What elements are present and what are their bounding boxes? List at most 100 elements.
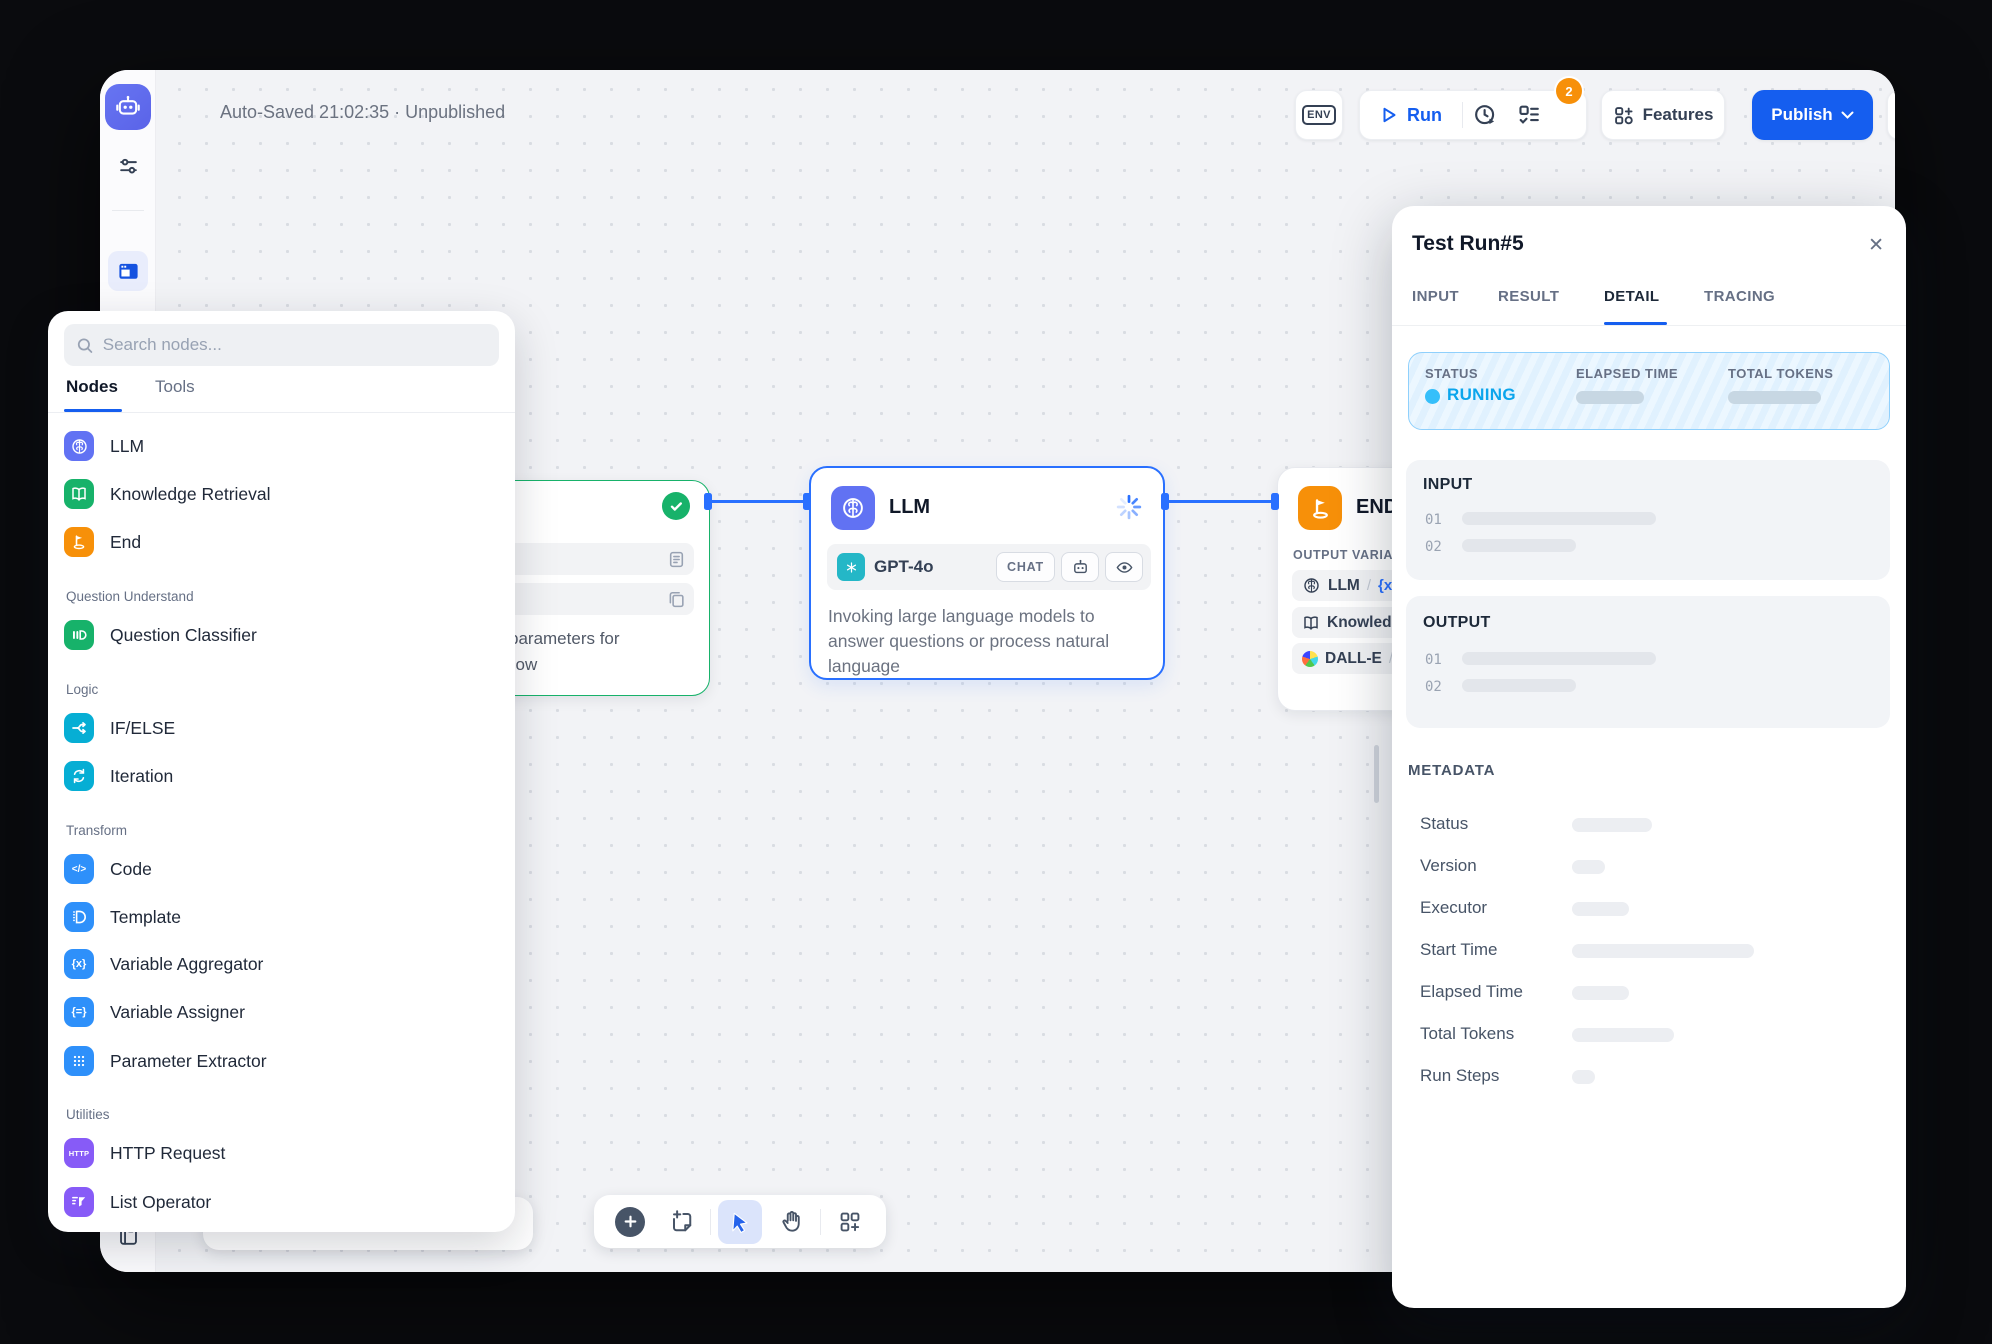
vision-badge[interactable] [1105,552,1143,582]
metadata-label: Status [1420,814,1468,834]
tab-result[interactable]: RESULT [1498,288,1559,305]
tab-tracing[interactable]: TRACING [1704,288,1775,305]
panel-resize-handle[interactable] [1374,745,1379,803]
elapsed-time-label: ELAPSED TIME [1576,366,1678,381]
window-icon [117,260,140,283]
env-icon: ENV [1302,105,1336,125]
app-icon[interactable] [105,84,151,130]
filter-icon [64,1187,94,1217]
node-item-label: List Operator [110,1192,211,1213]
organize-blocks-button[interactable] [828,1200,872,1244]
node-item-end[interactable]: End [64,518,499,566]
status-label: STATUS [1425,366,1478,381]
version-history-button[interactable] [1887,90,1895,140]
edge-handle[interactable] [1161,493,1169,510]
success-check-icon [662,492,690,520]
tab-detail[interactable]: DETAIL [1604,288,1659,305]
edge-handle[interactable] [704,493,712,510]
node-item-list-operator[interactable]: List Operator [64,1178,499,1226]
divider [48,412,515,413]
elapsed-placeholder-bar [1576,391,1644,404]
tab-tools[interactable]: Tools [155,377,195,397]
chat-mode-badge: CHAT [996,552,1055,582]
divider [112,210,144,211]
add-node-button[interactable] [608,1200,652,1244]
dalle-icon [1302,651,1318,667]
row-index: 01 [1425,512,1442,528]
features-button[interactable]: Features [1601,90,1725,140]
total-tokens-label: TOTAL TOKENS [1728,366,1833,381]
row-index: 02 [1425,679,1442,695]
publish-button[interactable]: Publish [1752,90,1873,140]
checklist-icon [1517,103,1541,127]
input-card: INPUT 01 02 [1406,460,1890,580]
checklist-button[interactable] [1507,103,1551,127]
separator: / [1367,577,1371,594]
loop-icon [64,761,94,791]
book-mini-icon [1302,614,1320,632]
node-picker-toggle[interactable] [108,251,148,291]
pointer-tool-button[interactable] [718,1200,762,1244]
edge-handle[interactable] [1271,493,1279,510]
edge-handle[interactable] [803,493,811,510]
node-item-question-classifier[interactable]: Question Classifier [64,611,499,659]
divider [710,1209,711,1235]
run-history-button[interactable] [1463,103,1507,127]
copy-icon [667,590,686,609]
node-item-variable-aggregator[interactable]: {x} Variable Aggregator [64,940,499,988]
node-item-code[interactable]: </> Code [64,845,499,893]
robot-icon [1071,558,1090,577]
node-item-label: Question Classifier [110,625,257,646]
row-index: 02 [1425,539,1442,555]
publish-label: Publish [1771,105,1832,125]
env-button[interactable]: ENV [1295,90,1343,140]
workflow-settings-button[interactable] [114,152,142,180]
tab-nodes[interactable]: Nodes [66,377,118,397]
node-item-http-request[interactable]: HTTP HTTP Request [64,1129,499,1177]
llm-icon [64,431,94,461]
node-item-knowledge-retrieval[interactable]: Knowledge Retrieval [64,470,499,518]
checklist-badge: 2 [1556,78,1582,104]
running-dot [1425,389,1440,404]
close-icon[interactable]: ✕ [1868,234,1884,257]
run-button[interactable]: Run [1360,105,1462,126]
model-selector[interactable]: GPT-4o CHAT [827,544,1151,590]
node-item-parameter-extractor[interactable]: Parameter Extractor [64,1037,499,1085]
chevron-down-icon [1841,111,1854,120]
llm-node[interactable]: LLM GPT-4o CHAT Invoki [809,466,1165,680]
node-item-label: Template [110,907,181,928]
search-input[interactable] [103,335,487,355]
node-item-label: Code [110,859,152,880]
node-item-variable-assigner[interactable]: {=} Variable Assigner [64,988,499,1036]
node-item-llm[interactable]: LLM [64,422,499,470]
llm-node-description: Invoking large language models to answer… [828,604,1154,679]
placeholder-bar [1572,1028,1674,1042]
llm-mini-icon [1302,576,1321,595]
placeholder-bar [1572,902,1629,916]
metadata-row: Total Tokens [1420,1014,1880,1056]
hand-tool-button[interactable] [769,1200,813,1244]
flag-icon [64,527,94,557]
node-item-label: Parameter Extractor [110,1051,267,1072]
canvas-toolbar [594,1195,886,1248]
add-note-button[interactable] [659,1200,703,1244]
section-question-understand: Question Understand [66,583,194,609]
metadata-label: Version [1420,856,1477,876]
node-item-if-else[interactable]: IF/ELSE [64,704,499,752]
placeholder-bar [1462,539,1576,552]
tab-input[interactable]: INPUT [1412,288,1459,305]
output-variables-label: OUTPUT VARIA [1293,548,1393,562]
start-node-description-line: parameters for [509,629,620,649]
node-item-label: HTTP Request [110,1143,225,1164]
node-item-iteration[interactable]: Iteration [64,752,499,800]
section-logic: Logic [66,676,98,702]
agent-badge[interactable] [1061,552,1099,582]
edge-llm-end [1167,500,1273,503]
brain-icon [840,495,866,521]
node-search[interactable] [64,324,499,366]
branch-icon [64,713,94,743]
node-item-template[interactable]: Template [64,893,499,941]
status-value: RUNING [1447,385,1516,405]
node-picker-panel: Nodes Tools LLM Knowledge Retrieval End … [48,311,515,1232]
metadata-row: Run Steps [1420,1056,1880,1098]
